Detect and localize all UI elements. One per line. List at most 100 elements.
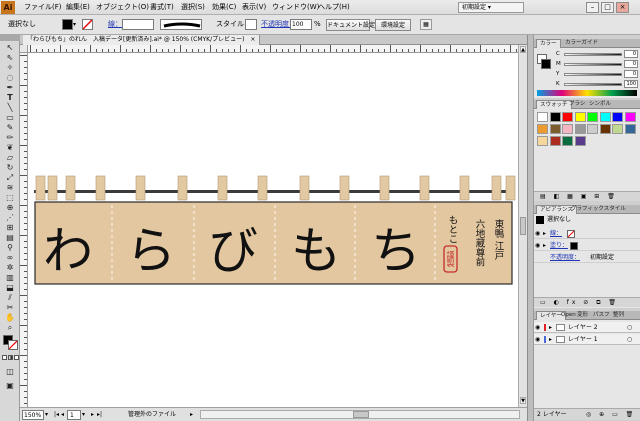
tab-color[interactable]: カラー [536, 39, 561, 48]
swatch[interactable] [612, 124, 623, 134]
artboard-canvas[interactable]: わ ら び も ち 東鴨 江戸 六地蔵尊前 もとこ 謹製 [28, 53, 518, 407]
visibility-eye-icon[interactable]: ◉ [535, 228, 540, 239]
artboard-tool-icon[interactable]: ⬓ [3, 283, 17, 292]
expand-arrow-icon[interactable]: ▸ [549, 334, 552, 345]
menu-effect[interactable]: 効果(C) [210, 2, 238, 13]
prev-artboard-icon[interactable]: ◂ [61, 410, 64, 420]
stroke-weight-field[interactable] [122, 19, 154, 30]
swatch[interactable] [574, 124, 586, 134]
tab-symbols[interactable]: シンボル [586, 100, 614, 109]
layer-name[interactable]: レイヤー 1 [568, 334, 598, 345]
cyan-slider[interactable]: C0 [556, 50, 638, 58]
document-tab[interactable]: 「わらびもち」のれん 入稿データ[更新済み].ai* @ 150% (CMYK/… [23, 35, 261, 45]
layer-row[interactable]: ◉ ▸ レイヤー 2 ○ [534, 322, 640, 333]
tab-graphic-styles[interactable]: グラフィックスタイル [568, 205, 629, 214]
line-tool-icon[interactable]: ╲ [3, 103, 17, 112]
scale-tool-icon[interactable]: ⤢ [3, 173, 17, 182]
menu-type[interactable]: 書式(T) [148, 2, 176, 13]
pen-tool-icon[interactable]: ✒ [3, 83, 17, 92]
magic-wand-tool-icon[interactable]: ✧ [3, 63, 17, 72]
layer-name[interactable]: レイヤー 2 [568, 322, 598, 333]
appearance-stroke-row[interactable]: ◉ ▸ 線： [534, 228, 640, 239]
horizontal-scrollbar[interactable] [200, 410, 520, 419]
color-mode-icon[interactable] [2, 355, 7, 360]
zoom-tool-icon[interactable]: ⌕ [3, 323, 17, 332]
noren-char-ra[interactable]: ら [126, 222, 176, 280]
appearance-fill-swatch[interactable] [570, 242, 578, 250]
swatch[interactable] [537, 124, 548, 134]
paintbrush-tool-icon[interactable]: ✎ [3, 123, 17, 132]
perspective-grid-tool-icon[interactable]: ⋰ [3, 213, 17, 222]
column-graph-tool-icon[interactable]: ▥ [3, 273, 17, 282]
swatch[interactable] [574, 136, 586, 146]
mesh-tool-icon[interactable]: ⊞ [3, 223, 17, 232]
menu-edit[interactable]: 編集(E) [64, 2, 92, 13]
appearance-stroke-label[interactable]: 線： [550, 228, 562, 239]
visibility-eye-icon[interactable]: ◉ [535, 240, 540, 251]
artboard-number-field[interactable]: 1 [67, 410, 81, 420]
hand-tool-icon[interactable]: ✋ [3, 313, 17, 322]
stroke-color-icon[interactable] [8, 340, 18, 350]
swatch[interactable] [562, 136, 573, 146]
swatch[interactable] [587, 124, 598, 134]
opacity-field[interactable]: 100 [290, 19, 312, 30]
swatch[interactable] [562, 124, 573, 134]
swatch[interactable] [574, 112, 586, 122]
fill-dropdown-icon[interactable]: ▾ [73, 19, 79, 30]
swatch[interactable] [537, 136, 548, 146]
noren-char-wa[interactable]: わ [43, 222, 93, 280]
swatch[interactable] [562, 112, 573, 122]
appearance-stroke-swatch[interactable] [567, 230, 575, 238]
slice-tool-icon[interactable]: ⫽ [3, 293, 17, 302]
expand-arrow-icon[interactable]: ▸ [543, 240, 546, 251]
minimize-button[interactable]: – [586, 2, 599, 13]
menu-file[interactable]: ファイル(F) [22, 2, 64, 13]
layers-panel-footer-icons[interactable]: ◎ ⊕ ▭ 🗑 [586, 409, 636, 421]
swatch[interactable] [587, 112, 598, 122]
horizontal-ruler[interactable] [28, 45, 518, 53]
rotate-tool-icon[interactable]: ↻ [3, 163, 17, 172]
menu-window[interactable]: ウィンドウ(W) [270, 2, 321, 13]
restore-button[interactable]: □ [601, 2, 614, 13]
selection-tool-icon[interactable]: ↖ [3, 43, 17, 52]
menu-select[interactable]: 選択(S) [179, 2, 207, 13]
none-mode-icon[interactable] [14, 355, 19, 360]
noren-char-mo[interactable]: も [291, 222, 341, 280]
arrange-documents-icon[interactable]: ▦ [420, 19, 432, 30]
tools-panel-grip[interactable] [0, 35, 20, 41]
free-transform-tool-icon[interactable]: ⬚ [3, 193, 17, 202]
swatch[interactable] [624, 112, 636, 122]
layer-visibility-eye-icon[interactable]: ◉ [535, 322, 540, 333]
swatch[interactable] [624, 124, 636, 134]
vertical-scrollbar[interactable]: ▲ ▼ [518, 45, 527, 407]
menu-view[interactable]: 表示(V) [240, 2, 268, 13]
preferences-button[interactable]: 環境設定 [375, 19, 411, 31]
appearance-fill-row[interactable]: ◉ ▸ 塗り： [534, 240, 640, 251]
noren-curtain[interactable] [34, 201, 513, 285]
black-slider[interactable]: K 100 [556, 80, 638, 88]
vertical-scroll-thumb[interactable] [520, 217, 526, 235]
stroke-label[interactable]: 線： [108, 18, 122, 31]
pencil-tool-icon[interactable]: ✏ [3, 133, 17, 142]
scissors-tool-icon[interactable]: ✂ [3, 303, 17, 312]
appearance-panel-footer-icons[interactable]: ▭ ◐ fx ⊘ ⧉ 🗑 [534, 297, 640, 307]
direct-selection-tool-icon[interactable]: ⇖ [3, 53, 17, 62]
swatch[interactable] [549, 112, 561, 122]
symbol-sprayer-tool-icon[interactable]: ✲ [3, 263, 17, 272]
type-tool-icon[interactable]: T [3, 93, 17, 102]
noren-char-chi[interactable]: ち [371, 222, 421, 280]
color-spectrum-bar[interactable] [537, 90, 637, 96]
expand-arrow-icon[interactable]: ▸ [543, 228, 546, 239]
eraser-tool-icon[interactable]: ▱ [3, 153, 17, 162]
scroll-down-icon[interactable]: ▼ [520, 397, 526, 404]
swatch[interactable] [599, 112, 611, 122]
fill-swatch[interactable] [62, 19, 73, 30]
document-setup-button[interactable]: ドキュメント設定 [326, 19, 375, 31]
close-tab-icon[interactable]: × [250, 36, 255, 43]
swatch[interactable] [549, 124, 561, 134]
magenta-slider[interactable]: M0 [556, 60, 638, 68]
shop-address-line1[interactable]: 東鴨 江戸 [493, 218, 505, 261]
appearance-fill-label[interactable]: 塗り： [550, 240, 568, 251]
blob-brush-tool-icon[interactable]: ❦ [3, 143, 17, 152]
expand-arrow-icon[interactable]: ▸ [549, 322, 552, 333]
